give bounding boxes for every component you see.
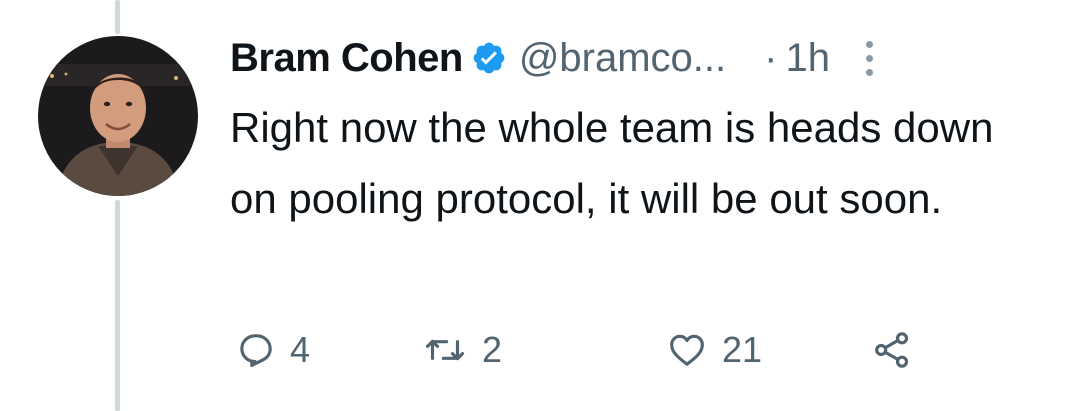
thread-line-bottom: [115, 200, 120, 411]
verified-badge-icon: [471, 40, 507, 76]
like-count: 21: [722, 329, 763, 370]
author-name[interactable]: Bram Cohen: [230, 36, 463, 81]
tweet-header: Bram Cohen @bramco... · 1h: [230, 30, 1030, 86]
heart-icon: [666, 330, 708, 370]
reply-icon: [236, 330, 276, 370]
tweet-actions: 4 2 21: [230, 328, 990, 372]
separator-dot: ·: [764, 35, 778, 80]
retweet-button[interactable]: 2: [422, 328, 502, 372]
more-options-icon[interactable]: [860, 34, 880, 82]
thread-line-top: [115, 0, 120, 34]
author-handle[interactable]: @bramco...: [519, 36, 726, 81]
avatar[interactable]: [38, 36, 198, 196]
tweet-text: Right now the whole team is heads down o…: [230, 104, 994, 222]
share-icon: [870, 330, 914, 370]
share-button[interactable]: [870, 328, 914, 372]
tweet: Bram Cohen @bramco... · 1h Right now the…: [230, 0, 1050, 411]
like-button[interactable]: 21: [666, 328, 762, 372]
reply-count: 4: [290, 329, 311, 370]
reply-button[interactable]: 4: [236, 328, 310, 372]
retweet-count: 2: [482, 329, 503, 370]
tweet-timestamp[interactable]: 1h: [785, 36, 830, 81]
retweet-icon: [422, 330, 468, 370]
